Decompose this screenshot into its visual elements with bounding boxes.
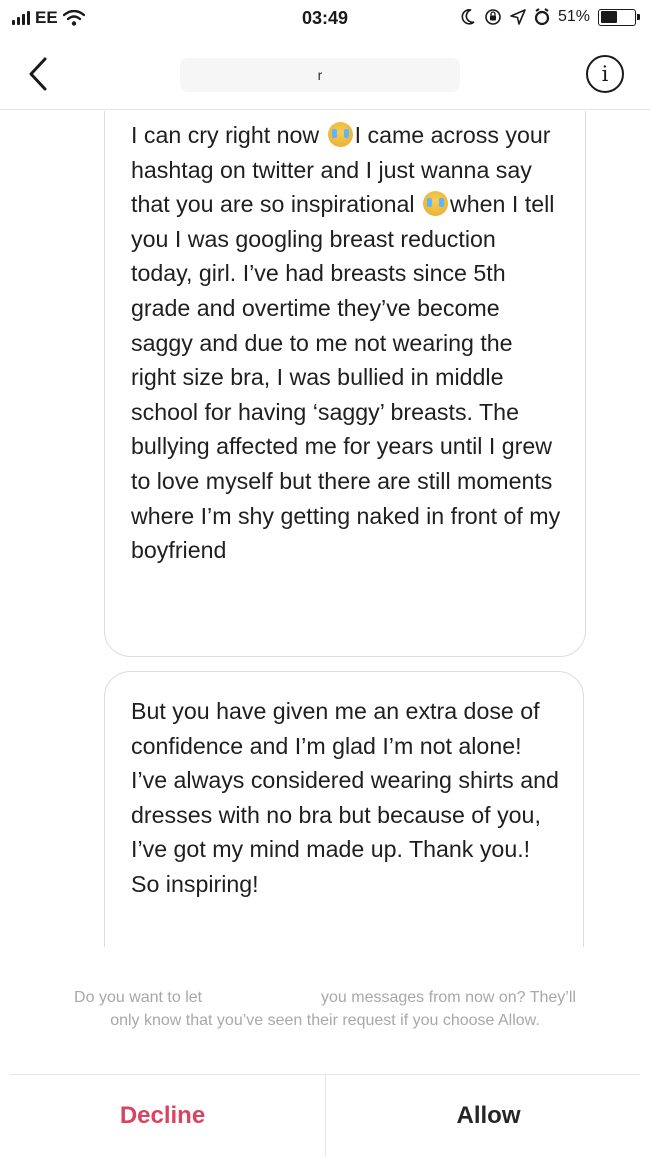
allow-button[interactable]: Allow [326,1075,650,1157]
conversation-title[interactable]: r [180,58,460,92]
alarm-icon [534,8,550,26]
info-icon: i [601,62,609,86]
message-text: when I tell you I was googling breast re… [131,191,561,564]
battery-fill [600,11,618,23]
request-prompt-start: Do you want to let [74,989,207,1006]
nav-bar: r i [0,38,650,110]
crying-face-emoji-icon [423,191,449,217]
back-button[interactable] [18,52,58,96]
message-bubble[interactable]: I can cry right now I came across your h… [104,111,586,657]
message-thread[interactable]: I can cry right now I came across your h… [0,111,650,947]
status-bar: EE 03:49 51% [0,0,650,38]
message-request-panel: Do you want to let you messages from now… [0,948,650,1157]
location-arrow-icon [510,9,526,25]
battery-icon [598,8,640,26]
chevron-left-icon [29,57,47,91]
request-prompt-end: you messages from now on? They’ll [316,989,576,1006]
info-button[interactable]: i [586,55,624,93]
status-right: 51% [460,8,640,26]
request-prompt-line2: only know that you’ve seen their request… [110,1012,540,1029]
request-prompt: Do you want to let you messages from now… [0,986,650,1032]
message-text: But you have given me an extra dose of c… [131,698,559,897]
message-bubble[interactable]: But you have given me an extra dose of c… [104,671,584,947]
decline-button[interactable]: Decline [0,1075,325,1157]
moon-icon [461,9,475,25]
battery-percent: 51% [557,8,590,25]
crying-face-emoji-icon [327,122,353,147]
message-text: I can cry right now [131,122,326,148]
orientation-lock-icon [485,9,501,25]
